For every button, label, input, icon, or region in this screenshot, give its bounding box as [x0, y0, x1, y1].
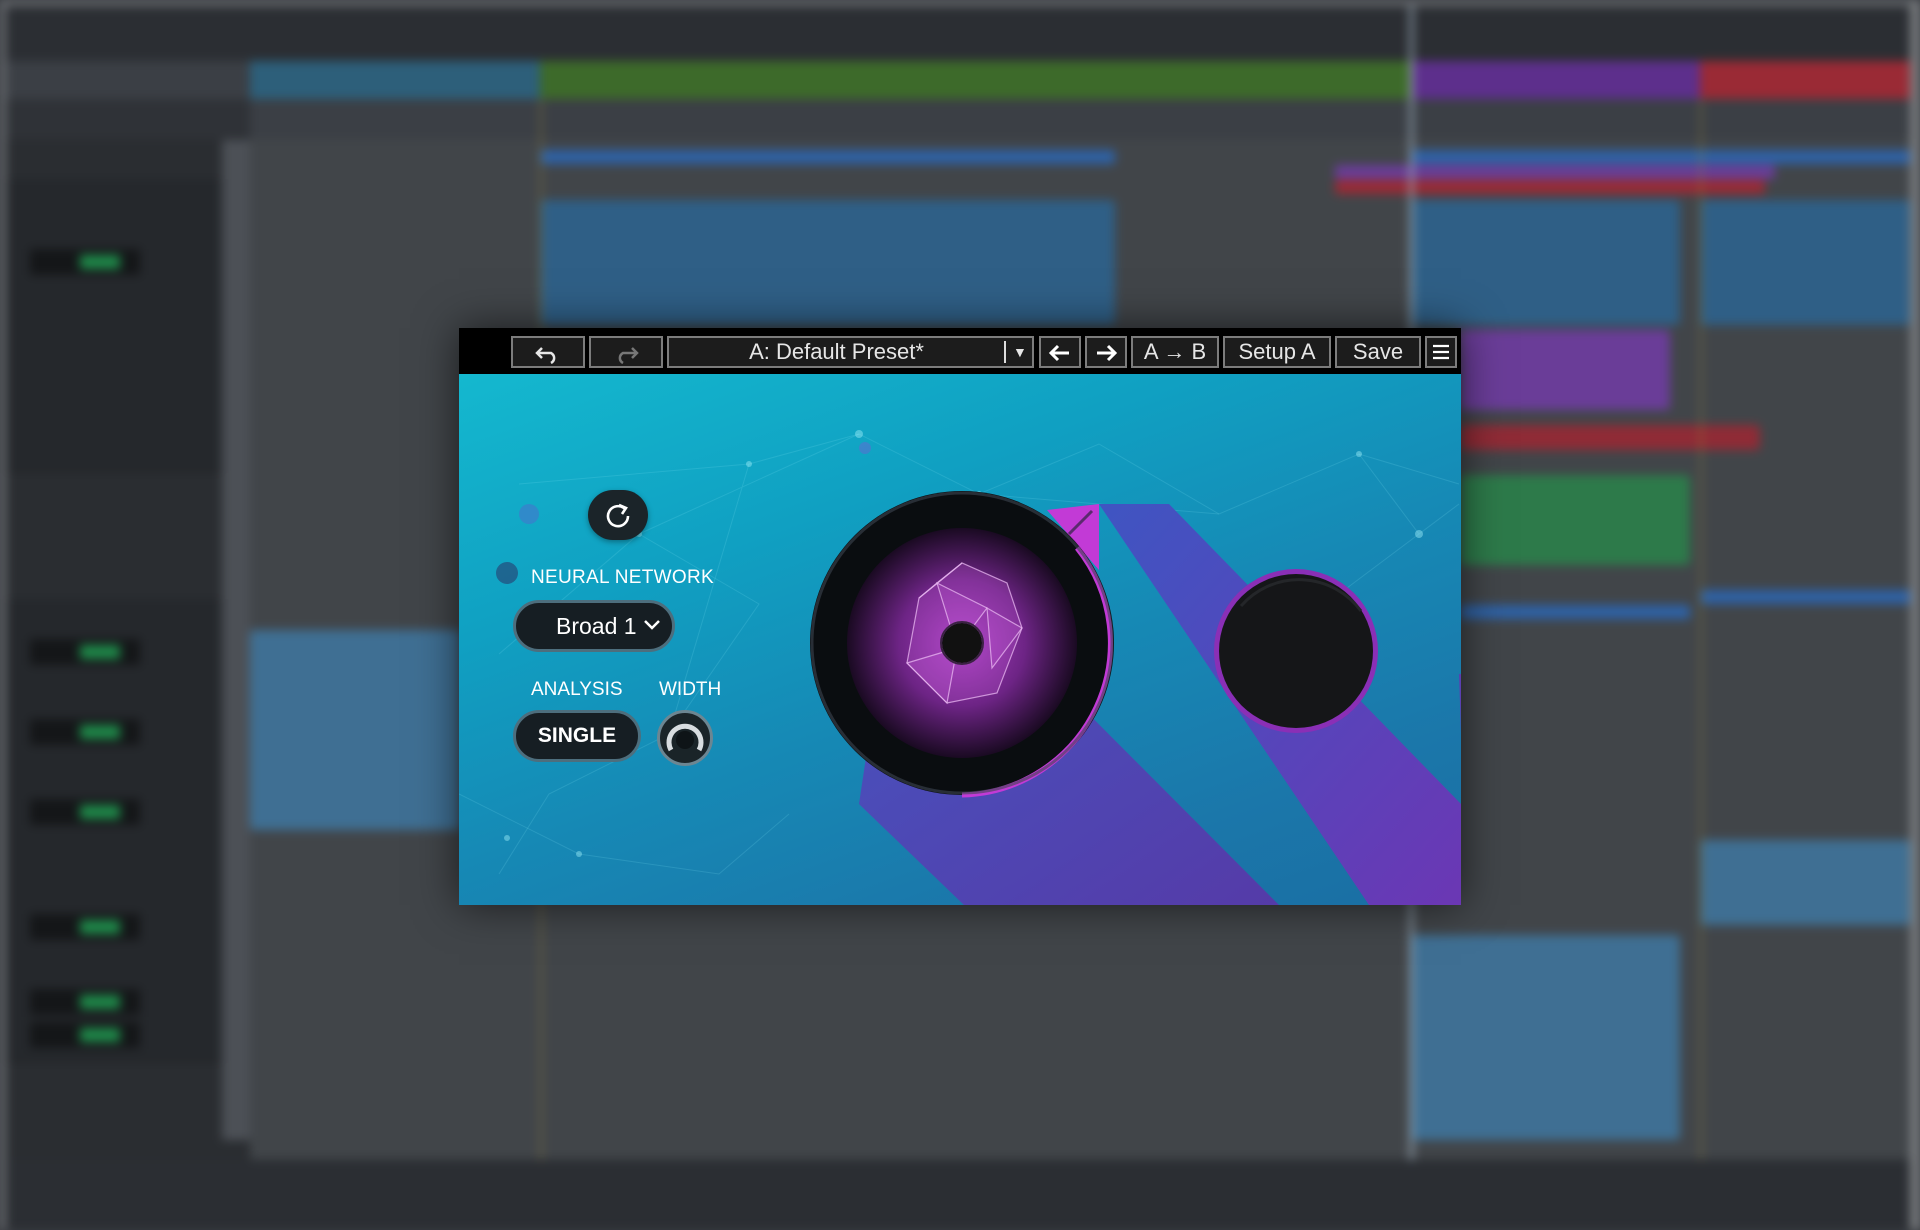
plugin-toolbar: A: Default Preset* ▼ A → B Setup A Save [459, 328, 1461, 374]
redo-icon [618, 347, 639, 364]
arrangement-markers [250, 61, 1920, 99]
track-header-band [0, 99, 250, 139]
redo-button[interactable] [589, 336, 663, 368]
plugin-panel: NEURAL NETWORK Broad 1 ANALYSIS WIDTH SI… [459, 374, 1461, 905]
reset-icon [606, 503, 630, 528]
analysis-label: ANALYSIS [531, 679, 623, 700]
preset-selector[interactable]: A: Default Preset* ▼ [667, 336, 1034, 368]
width-label: WIDTH [659, 679, 722, 700]
undo-button[interactable] [511, 336, 585, 368]
hamburger-icon [1433, 344, 1449, 360]
caret-down-icon[interactable]: ▼ [1013, 338, 1027, 366]
track-color-strip [222, 140, 250, 1140]
marker-verse-2 [1700, 61, 1920, 99]
neural-network-value: Broad 1 [556, 613, 637, 639]
plugin-window: A: Default Preset* ▼ A → B Setup A Save [459, 328, 1461, 905]
chevron-down-icon [644, 620, 660, 630]
info-icon[interactable] [496, 562, 518, 584]
marker-intro [250, 61, 540, 99]
width-knob[interactable] [657, 710, 713, 766]
daw-bottom-bar [0, 1160, 1920, 1230]
arrow-left-icon [1048, 344, 1069, 362]
neural-network-dropdown[interactable]: Broad 1 [513, 600, 675, 652]
undo-icon [535, 347, 556, 364]
timeline-ruler [0, 6, 1920, 61]
setup-button[interactable]: Setup A [1223, 336, 1331, 368]
marker-chorus [1410, 61, 1700, 99]
neural-network-label: NEURAL NETWORK [531, 567, 714, 588]
main-visualizer-knob[interactable] [807, 488, 1117, 798]
save-button[interactable]: Save [1335, 336, 1421, 368]
track-headers [0, 139, 250, 1230]
preset-name: A: Default Preset* [749, 339, 924, 364]
ab-compare-button[interactable]: A → B [1131, 336, 1219, 368]
prev-preset-button[interactable] [1039, 336, 1081, 368]
secondary-knob[interactable] [1211, 566, 1381, 736]
arrow-right-icon [1097, 344, 1118, 362]
marker-verse [540, 61, 1410, 99]
menu-button[interactable] [1425, 336, 1457, 368]
analysis-mode-button[interactable]: SINGLE [513, 710, 641, 762]
width-knob-dial [666, 723, 704, 752]
next-preset-button[interactable] [1085, 336, 1127, 368]
reset-button[interactable] [588, 490, 648, 540]
